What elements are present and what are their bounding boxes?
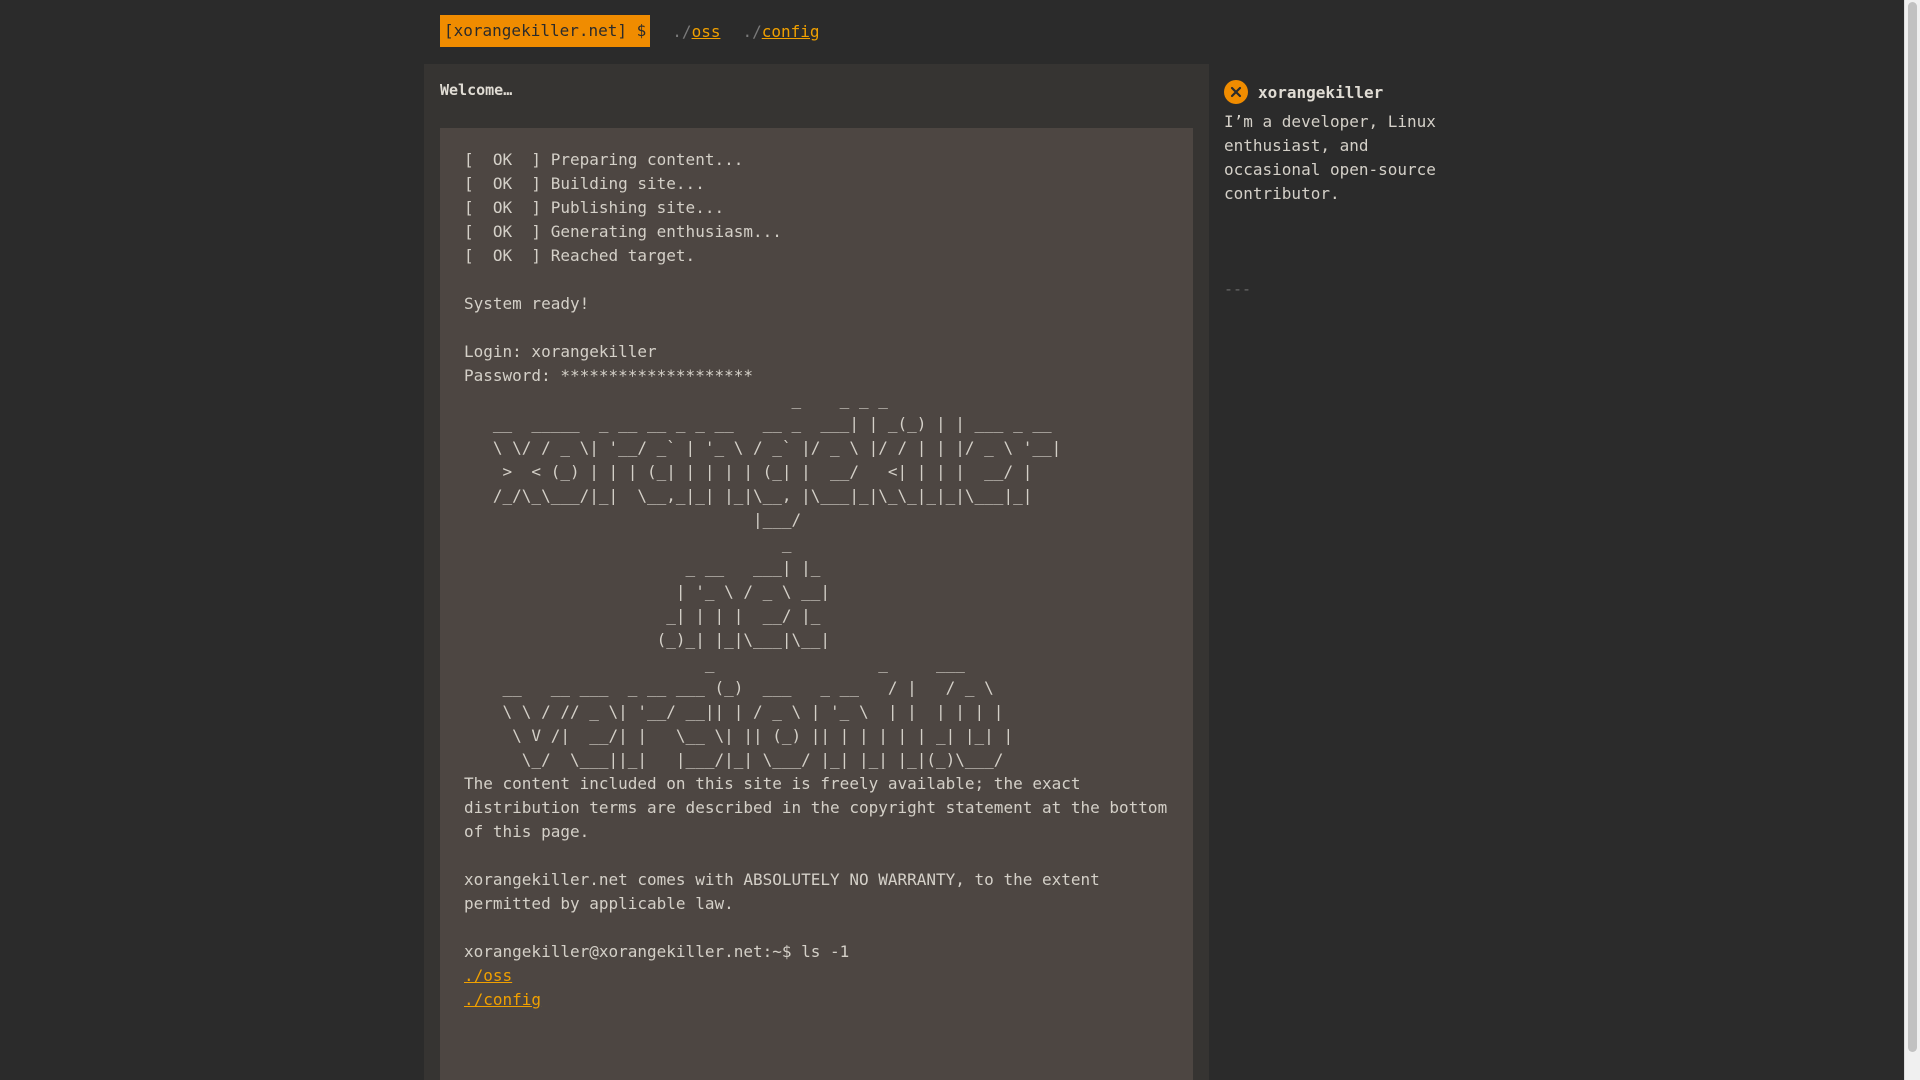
ls-link-config[interactable]: ./config (464, 990, 541, 1009)
boot-line: [ OK ] Publishing site... (464, 198, 725, 217)
page-scrollbar[interactable] (1904, 0, 1920, 1080)
nav-item-config: ./config (742, 22, 819, 41)
boot-line: [ OK ] Generating enthusiasm... (464, 222, 782, 241)
x-logo-icon (1230, 86, 1242, 98)
nav-item-oss: ./oss (672, 22, 720, 41)
system-ready-text: System ready! (464, 294, 590, 313)
site-brand[interactable]: [xorangekiller.net] $ (440, 15, 651, 47)
shell-prompt: xorangekiller@xorangekiller.net:~$ ls -1 (464, 942, 850, 961)
profile-header: xorangekiller (1224, 80, 1383, 104)
nav-prefix: ./ (672, 21, 692, 41)
boot-log: [ OK ] Preparing content... [ OK ] Build… (464, 148, 1169, 268)
terminal-window: [ OK ] Preparing content... [ OK ] Build… (440, 128, 1193, 1080)
boot-line: [ OK ] Reached target. (464, 246, 696, 265)
password-line: Password: ******************** (464, 366, 753, 385)
main-content: Welcome… [ OK ] Preparing content... [ O… (424, 64, 1209, 1080)
ls-output: ./oss ./config (464, 964, 1169, 1012)
warranty-text: xorangekiller.net comes with ABSOLUTELY … (464, 870, 1110, 913)
scrollbar-thumb[interactable] (1908, 2, 1917, 1052)
login-block: Login: xorangekiller Password: *********… (464, 340, 1169, 388)
ascii-art-banner: _ _ _ _ __ _____ _ __ __ _ _ __ __ _ ___… (492, 390, 1062, 769)
profile-name: xorangekiller (1258, 82, 1384, 102)
nav-link-oss[interactable]: oss (692, 22, 721, 41)
avatar (1224, 80, 1248, 104)
nav-link-config[interactable]: config (762, 22, 820, 41)
page-title: Welcome… (440, 81, 513, 99)
top-nav: [xorangekiller.net] $ ./oss ./config (440, 15, 842, 47)
boot-line: [ OK ] Preparing content... (464, 150, 744, 169)
boot-line: [ OK ] Building site... (464, 174, 705, 193)
ls-link-oss[interactable]: ./oss (464, 966, 512, 985)
nav-prefix: ./ (742, 21, 762, 41)
profile-bio: I’m a developer, Linux enthusiast, and o… (1224, 112, 1436, 203)
license-text: The content included on this site is fre… (464, 774, 1177, 841)
login-line: Login: xorangekiller (464, 342, 657, 361)
divider: --- (1224, 280, 1252, 298)
